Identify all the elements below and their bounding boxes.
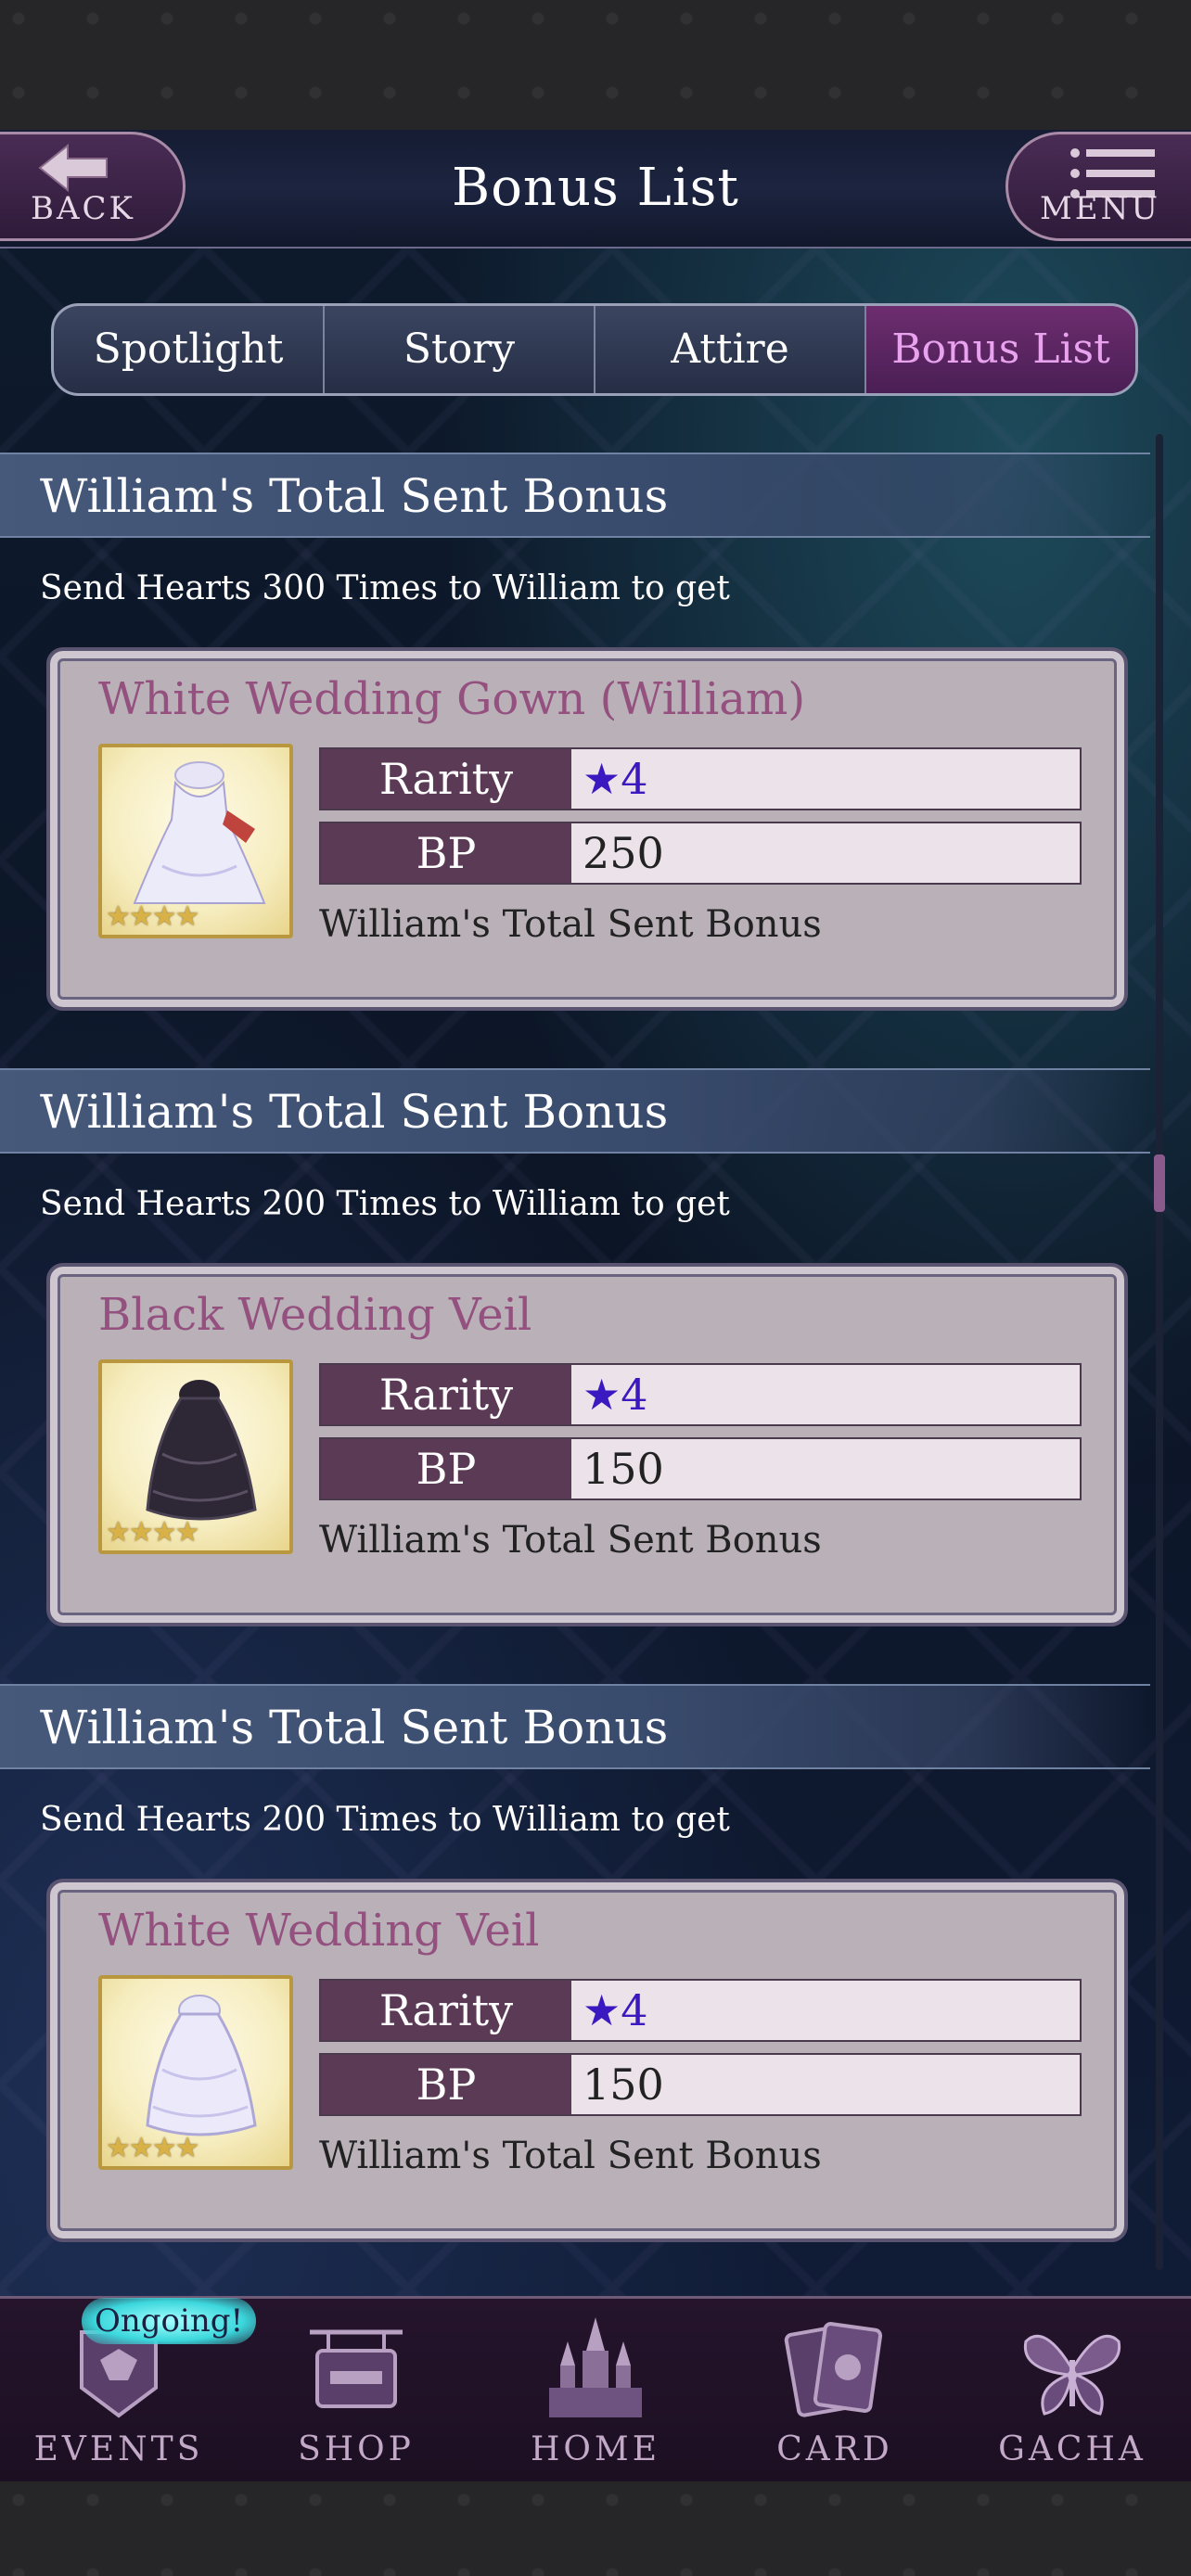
bp-row: BP 150 (319, 2053, 1082, 2116)
bp-label: BP (321, 823, 571, 883)
section-subtitle: Send Hearts 200 Times to William to get (40, 1185, 730, 1223)
tab-bonus-list[interactable]: Bonus List (866, 306, 1135, 393)
item-description: William's Total Sent Bonus (319, 903, 822, 946)
rarity-row: Rarity ★4 (319, 747, 1082, 810)
black-wedding-veil-icon (146, 1380, 257, 1521)
bp-value: 150 (571, 2055, 1080, 2114)
nav-home-label: HOME (530, 2430, 661, 2468)
cards-icon (784, 2322, 883, 2417)
item-description: William's Total Sent Bonus (319, 1519, 822, 1562)
rarity-label: Rarity (321, 1365, 571, 1424)
tab-attire[interactable]: Attire (596, 306, 866, 393)
tab-story[interactable]: Story (325, 306, 596, 393)
bonus-item-card[interactable]: White Wedding Veil ★★★★ Rarity ★4 BP 150… (46, 1879, 1128, 2242)
item-stars: ★★★★ (106, 1516, 200, 1549)
item-name: White Wedding Gown (William) (98, 673, 806, 725)
rarity-label: Rarity (321, 1981, 571, 2040)
item-name: Black Wedding Veil (98, 1289, 532, 1341)
item-description: William's Total Sent Bonus (319, 2135, 822, 2177)
item-stars: ★★★★ (106, 900, 200, 933)
bonus-item-card[interactable]: Black Wedding Veil ★★★★ Rarity ★4 BP 150… (46, 1263, 1128, 1626)
ongoing-badge: Ongoing! (82, 2298, 257, 2344)
section-title: William's Total Sent Bonus (40, 1085, 669, 1139)
nav-card-label: CARD (776, 2430, 893, 2468)
rarity-row: Rarity ★4 (319, 1979, 1082, 2042)
menu-button[interactable]: MENU (1005, 132, 1191, 241)
item-thumbnail: ★★★★ (98, 1975, 293, 2170)
menu-label: MENU (1039, 190, 1160, 227)
bp-row: BP 150 (319, 1437, 1082, 1500)
nav-events-label: EVENTS (33, 2430, 204, 2468)
rarity-label: Rarity (321, 749, 571, 809)
nav-shop[interactable]: SHOP (237, 2299, 475, 2484)
bottom-background (0, 2481, 1191, 2576)
bp-value: 250 (571, 823, 1080, 883)
rarity-value: ★4 (571, 1365, 1080, 1424)
butterfly-icon (1023, 2334, 1121, 2416)
item-name: White Wedding Veil (98, 1905, 540, 1957)
castle-icon (549, 2317, 642, 2417)
bonus-item-card[interactable]: White Wedding Gown (William) ★★★★ Rarity… (46, 647, 1128, 1011)
bp-value: 150 (571, 1439, 1080, 1498)
section-subtitle: Send Hearts 300 Times to William to get (40, 569, 730, 607)
scrollbar-thumb[interactable] (1154, 1154, 1165, 1212)
section-header: William's Total Sent Bonus (0, 1068, 1150, 1154)
item-thumbnail: ★★★★ (98, 1359, 293, 1554)
rarity-value: ★4 (571, 1981, 1080, 2040)
header-bar: BACK Bonus List MENU (0, 130, 1191, 249)
nav-gacha[interactable]: GACHA (954, 2299, 1191, 2484)
section-header: William's Total Sent Bonus (0, 453, 1150, 538)
shop-sign-icon (310, 2329, 403, 2408)
nav-gacha-label: GACHA (998, 2430, 1146, 2468)
item-thumbnail: ★★★★ (98, 744, 293, 938)
section-title: William's Total Sent Bonus (40, 1701, 669, 1754)
section-title: William's Total Sent Bonus (40, 469, 669, 523)
bp-label: BP (321, 2055, 571, 2114)
section-header: William's Total Sent Bonus (0, 1684, 1150, 1769)
bp-row: BP 250 (319, 822, 1082, 885)
nav-card[interactable]: CARD (716, 2299, 954, 2484)
scrollbar[interactable] (1156, 434, 1163, 2270)
rarity-row: Rarity ★4 (319, 1363, 1082, 1426)
nav-home[interactable]: HOME (477, 2299, 714, 2484)
white-wedding-veil-icon (146, 1995, 257, 2136)
top-background (0, 0, 1191, 130)
white-wedding-gown-icon (133, 761, 266, 904)
rarity-value: ★4 (571, 749, 1080, 809)
item-stars: ★★★★ (106, 2132, 200, 2164)
nav-shop-label: SHOP (298, 2430, 415, 2468)
bp-label: BP (321, 1439, 571, 1498)
tab-bar: Spotlight Story Attire Bonus List (51, 303, 1138, 396)
tab-spotlight[interactable]: Spotlight (54, 306, 325, 393)
section-subtitle: Send Hearts 200 Times to William to get (40, 1801, 730, 1839)
